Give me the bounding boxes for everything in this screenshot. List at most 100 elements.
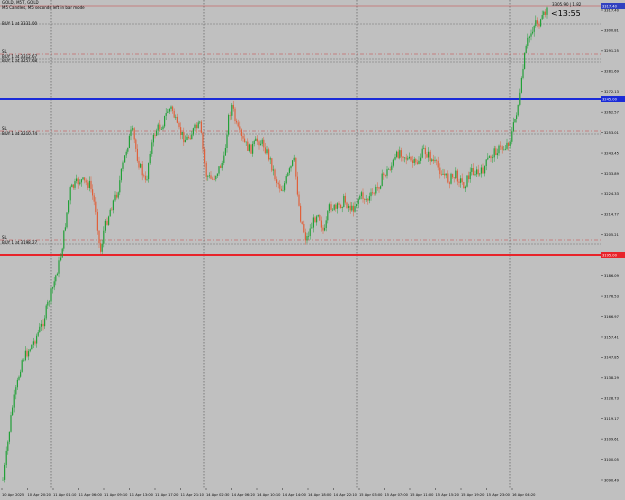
candle-body xyxy=(325,220,327,228)
candle-body xyxy=(320,220,322,228)
candle-body xyxy=(85,180,87,183)
price-axis-label: 3262.57 xyxy=(604,110,619,114)
candle-body xyxy=(130,129,132,136)
candle-body xyxy=(392,159,394,166)
candle-body xyxy=(404,157,406,159)
candle-body xyxy=(39,326,41,333)
candle-body xyxy=(48,301,50,303)
time-axis-label: 15 Apr 15:20 xyxy=(436,493,460,497)
candle-body xyxy=(133,128,135,140)
candle-body xyxy=(4,464,6,480)
time-axis-label: 11 Apr 06:00 xyxy=(79,493,103,497)
candle-body xyxy=(530,33,532,37)
candle-body xyxy=(444,173,446,176)
candle-body xyxy=(136,148,138,161)
candle-body xyxy=(248,144,250,151)
candle-body xyxy=(194,124,196,129)
candle-body xyxy=(304,232,306,241)
candle-body xyxy=(31,344,33,350)
candle-body xyxy=(21,360,23,372)
candle-body xyxy=(143,175,145,176)
candle-body xyxy=(292,160,294,166)
candle-body xyxy=(228,115,230,135)
candle-body xyxy=(226,134,228,149)
candle-body xyxy=(29,349,31,352)
candle-body xyxy=(266,149,268,154)
candle-body xyxy=(10,415,12,432)
candle-body xyxy=(116,194,118,198)
candle-body xyxy=(167,111,169,113)
time-axis-label: 11 Apr 21:10 xyxy=(181,493,205,497)
candle-body xyxy=(244,138,246,143)
candle-body xyxy=(543,11,545,16)
candle-body xyxy=(132,128,134,130)
time-axis-label: 15 Apr 03:00 xyxy=(359,493,383,497)
candle-body xyxy=(474,174,476,176)
candle-body xyxy=(455,170,457,179)
price-axis-label: 3100.05 xyxy=(604,458,619,462)
candle-body xyxy=(8,431,10,442)
candle-body xyxy=(477,169,479,175)
candle-body xyxy=(50,288,52,302)
time-axis-label: 15 Apr 19:20 xyxy=(461,493,485,497)
candle-body xyxy=(135,139,137,149)
candle-body xyxy=(93,195,95,202)
candle-body xyxy=(52,287,54,289)
candle-body xyxy=(452,173,454,178)
candle-body xyxy=(333,204,335,210)
price-axis-label: 3119.17 xyxy=(604,417,619,421)
candle-body xyxy=(156,130,158,136)
candle-body xyxy=(183,131,185,143)
candle-body xyxy=(447,173,449,183)
candle-body xyxy=(479,173,481,175)
candle-body xyxy=(456,170,458,182)
candle-body xyxy=(520,77,522,93)
candle-body xyxy=(122,162,124,169)
candle-body xyxy=(295,157,297,177)
sub-label: M5 Candles, M5 seconds left in bar mode xyxy=(2,5,85,10)
candle-body xyxy=(205,162,207,177)
candle-body xyxy=(264,147,266,154)
time-axis-label: 15 Apr 07:00 xyxy=(385,493,409,497)
candle-body xyxy=(421,148,423,158)
candle-body xyxy=(314,217,316,223)
candle-body xyxy=(250,144,252,154)
candle-body xyxy=(536,20,538,24)
candle-body xyxy=(397,151,399,158)
candle-body xyxy=(311,227,313,229)
price-axis-label: 3243.45 xyxy=(604,151,619,155)
candle-body xyxy=(98,230,100,244)
candle-body xyxy=(84,177,86,181)
candle-body xyxy=(231,104,233,116)
price-axis-label: 3157.41 xyxy=(604,335,619,339)
candle-body xyxy=(263,139,265,148)
price-axis[interactable]: 3317.40 3300.81 3291.25 3281.69 3272.13 3262.… xyxy=(601,0,625,488)
candle-body xyxy=(400,150,402,157)
order-label: BUY 1 at 3198.27 xyxy=(2,240,37,245)
candle-body xyxy=(69,187,71,201)
candle-body xyxy=(239,126,241,130)
candle-body xyxy=(34,341,36,344)
time-axis[interactable]: 10 Apr 2025 10 Apr 20:20 11 Apr 01:10 11 Ap… xyxy=(0,488,601,500)
candle-body xyxy=(293,157,295,161)
time-axis-label: 15 Apr 11:00 xyxy=(410,493,434,497)
candle-body xyxy=(223,155,225,163)
candle-body xyxy=(407,158,409,160)
candle-body xyxy=(535,20,537,26)
price-axis-label: 3186.09 xyxy=(604,274,620,278)
candle-body xyxy=(191,134,193,140)
candlestick-series xyxy=(2,6,548,483)
candle-body xyxy=(301,221,303,224)
candle-body xyxy=(528,36,530,38)
price-axis-label: 3253.01 xyxy=(604,131,619,135)
blue-price-badge-text: 3245.00 xyxy=(602,98,618,102)
candle-body xyxy=(76,178,78,182)
candle-body xyxy=(284,183,286,191)
time-axis-label: 11 Apr 09:10 xyxy=(104,493,128,497)
candle-body xyxy=(24,350,26,361)
candle-body xyxy=(2,479,4,481)
candle-body xyxy=(175,116,177,118)
time-axis-label: 14 Apr 18:00 xyxy=(308,493,332,497)
candle-body xyxy=(429,151,431,161)
price-chart[interactable]: GOLD, M5T, GOLD M5 Candles, M5 seconds l… xyxy=(0,0,601,488)
